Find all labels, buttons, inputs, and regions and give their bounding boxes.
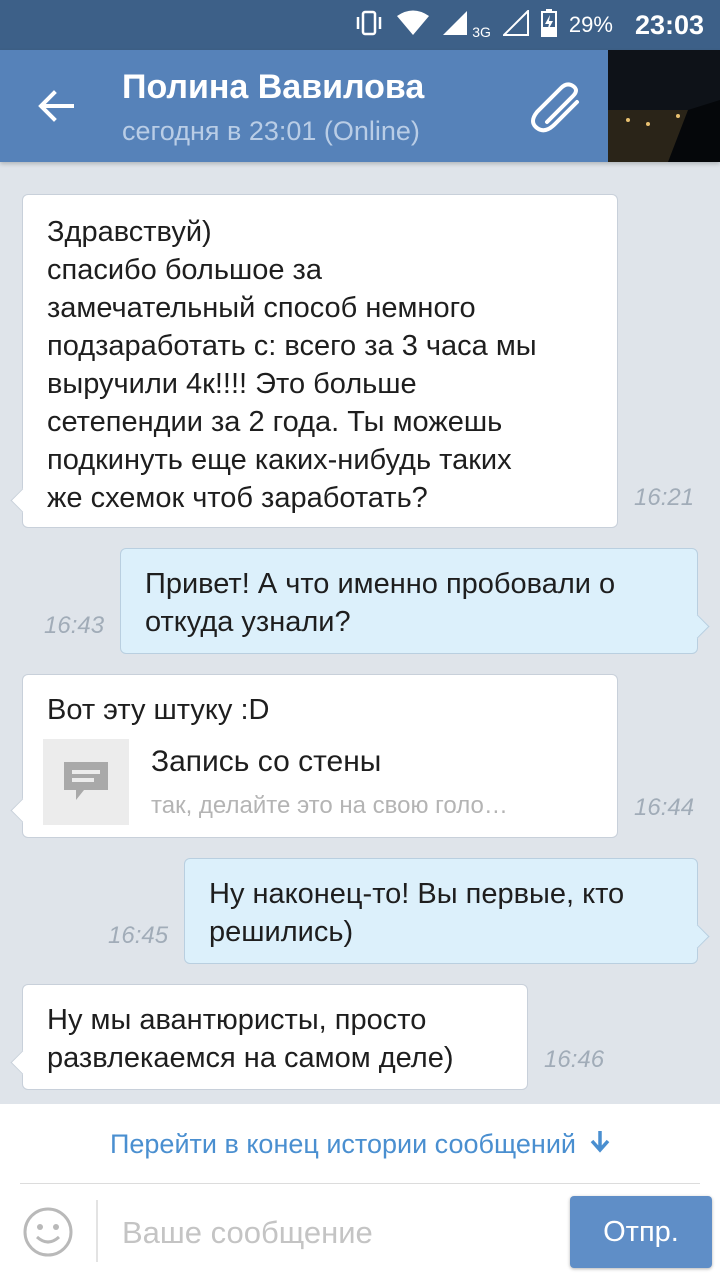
wall-post-icon [43,739,129,825]
message-time: 16:44 [634,794,695,821]
message-list[interactable]: Здравствуй) спасибо большое за замечател… [0,162,720,1104]
battery-charging-icon [540,9,557,41]
message-bubble[interactable]: Ну мы авантюристы, просто развлекаемся н… [10,984,528,1090]
emoji-button[interactable] [22,1206,74,1258]
wifi-icon [396,10,430,40]
smiley-icon [23,1207,73,1257]
message-bubble[interactable]: Вот эту штуку :D Запись со стены так, де… [10,674,618,838]
message-text: Вот эту штуку :D [47,694,270,726]
message-time: 16:21 [634,484,695,511]
vibrate-icon [354,10,384,40]
wall-post-title: Запись со стены [151,745,382,778]
signal-empty-icon [501,8,529,40]
message-input[interactable] [120,1204,554,1262]
wall-post-preview: так, делайте это на свою голо… [151,792,508,819]
message-text: Ну наконец-то! Вы первые, кто решились) [209,878,625,948]
message-bubble[interactable]: Привет! А что именно пробовали о откуда … [120,548,710,654]
signal-icon [442,10,468,40]
send-button[interactable]: Отпр. [570,1196,712,1268]
message-bubble[interactable]: Ну наконец-то! Вы первые, кто решились) [184,858,710,964]
back-button[interactable] [24,76,88,136]
contact-name[interactable]: Полина Вавилова [122,68,424,107]
message-composer: Отпр. [0,1184,720,1280]
last-seen-status: сегодня в 23:01 (Online) [122,116,420,146]
contact-avatar[interactable] [608,50,720,162]
separator [96,1200,98,1262]
attach-button[interactable] [524,78,594,138]
arrow-down-icon [590,1128,610,1160]
paperclip-icon [531,82,579,133]
message-bubble[interactable]: Здравствуй) спасибо большое за замечател… [10,194,618,528]
clock: 23:03 [634,9,704,40]
message-time: 16:43 [44,612,105,639]
message-time: 16:46 [544,1046,605,1073]
network-type-label: 3G [472,24,491,40]
jump-to-end-label: Перейти в конец истории сообщений [109,1128,576,1159]
message-text: Здравствуй) спасибо большое за замечател… [47,216,537,514]
arrow-left-icon [38,90,74,122]
jump-to-end-link[interactable]: Перейти в конец истории сообщений [0,1104,720,1184]
message-time: 16:45 [108,922,169,949]
status-bar: 3G 29% 23:03 [0,0,720,50]
message-text: Ну мы авантюристы, просто развлекаемся н… [47,1004,454,1074]
battery-percent: 29% [568,12,613,37]
message-text: Привет! А что именно пробовали о откуда … [145,568,616,638]
wall-post-attachment[interactable]: Запись со стены так, делайте это на свою… [43,739,597,825]
avatar-photo [608,50,720,162]
